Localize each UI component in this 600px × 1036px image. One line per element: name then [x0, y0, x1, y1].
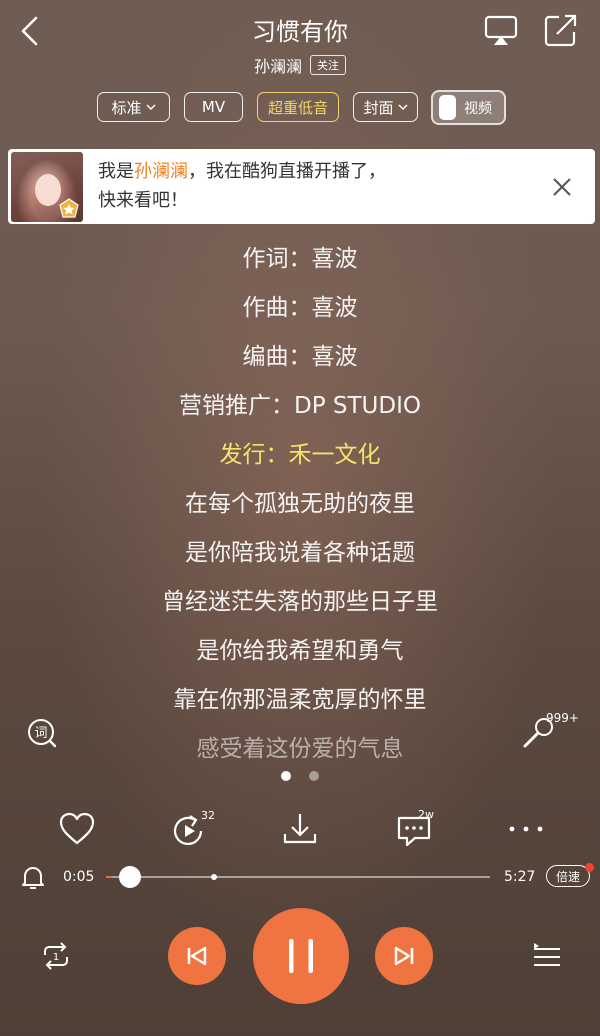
like-button[interactable]: [58, 810, 96, 848]
artist-row: 孙澜澜 关注: [0, 53, 600, 77]
lyric-line: 是你陪我说着各种话题: [185, 540, 415, 566]
quality-label: 标准: [111, 98, 142, 117]
lyric-line: 感受着这份爱的气息: [196, 736, 404, 762]
quality-dropdown[interactable]: 标准: [97, 92, 170, 122]
progress-thumb[interactable]: [118, 866, 141, 888]
notification-suffix: ，我在酷狗直播开播了，: [188, 161, 386, 182]
new-badge-dot: [585, 863, 594, 872]
mv-button[interactable]: MV: [184, 92, 243, 122]
lyric-line: 在每个孤独无助的夜里: [185, 491, 415, 517]
next-button[interactable]: [375, 927, 433, 985]
cover-dropdown[interactable]: 封面: [353, 92, 418, 122]
skip-next-icon: [394, 946, 414, 966]
cast-icon: [484, 15, 518, 45]
svg-text:词: 词: [34, 726, 47, 741]
progress-track[interactable]: [106, 876, 490, 878]
close-notification-button[interactable]: [552, 177, 572, 197]
lyric-line: 靠在你那温柔宽厚的怀里: [173, 687, 427, 713]
chevron-down-icon: [145, 103, 156, 110]
lyric-line: 营销推广：DP STUDIO: [179, 393, 421, 419]
pause-icon: [289, 939, 313, 973]
live-notification[interactable]: 我是孙澜澜，我在酷狗直播开播了， 快来看吧！: [8, 149, 595, 224]
bell-icon: [22, 867, 44, 889]
screen-cast-button[interactable]: [483, 14, 519, 48]
repeat-mode-button[interactable]: 1: [39, 939, 73, 973]
video-label: 视频: [464, 100, 492, 117]
sound-effect-button[interactable]: 超重低音: [257, 92, 339, 122]
heart-icon: [59, 812, 95, 845]
notification-message: 我是孙澜澜，我在酷狗直播开播了， 快来看吧！: [98, 157, 386, 215]
more-icon: [509, 826, 543, 832]
download-icon: [283, 814, 317, 844]
chevron-down-icon: [397, 103, 408, 110]
comment-count: 2w: [418, 808, 434, 821]
cover-label: 封面: [363, 98, 394, 117]
skip-previous-icon: [187, 946, 207, 966]
lyric-line: 发行：禾一文化: [219, 442, 381, 468]
lyric-line: 作词：喜波: [242, 246, 358, 272]
previous-button[interactable]: [168, 927, 226, 985]
notification-name: 孙澜澜: [134, 161, 188, 182]
lyric-line: 曾经迷茫失落的那些日子里: [162, 589, 438, 615]
repeat-one-icon: 1: [44, 942, 68, 970]
follow-button[interactable]: 关注: [310, 55, 346, 75]
svg-text:1: 1: [53, 952, 59, 963]
avatar: [11, 152, 83, 222]
current-time: 0:05: [63, 869, 95, 885]
toggle-knob: [439, 95, 456, 120]
share-icon: [544, 14, 577, 47]
download-button[interactable]: [281, 810, 319, 848]
video-toggle[interactable]: 视频: [431, 90, 506, 125]
karaoke-count: 999+: [546, 711, 579, 725]
vip-badge-icon: [59, 198, 79, 218]
lyric-mode-button[interactable]: 词: [26, 717, 58, 749]
playlist-icon: [534, 943, 560, 966]
page-indicator: [279, 770, 319, 782]
repost-count: 32: [201, 809, 215, 822]
total-time: 5:27: [504, 869, 536, 885]
climax-marker: [211, 874, 217, 880]
lyric-line: 是你给我希望和勇气: [196, 638, 404, 664]
notification-line2: 快来看吧！: [98, 190, 188, 211]
artist-name[interactable]: 孙澜澜: [254, 53, 302, 77]
lyric-icon: 词: [28, 719, 57, 748]
share-button[interactable]: [543, 12, 579, 48]
lyric-line: 作曲：喜波: [242, 295, 358, 321]
playback-speed-button[interactable]: 倍速: [546, 865, 590, 887]
close-icon: [553, 178, 571, 196]
progress-fill: [106, 876, 112, 878]
pause-button[interactable]: [253, 908, 349, 1004]
notification-prefix: 我是: [98, 161, 134, 182]
playlist-button[interactable]: [530, 940, 564, 974]
lyric-line: 编曲：喜波: [242, 344, 358, 370]
sleep-timer-button[interactable]: [20, 864, 46, 890]
more-button[interactable]: [507, 810, 545, 848]
